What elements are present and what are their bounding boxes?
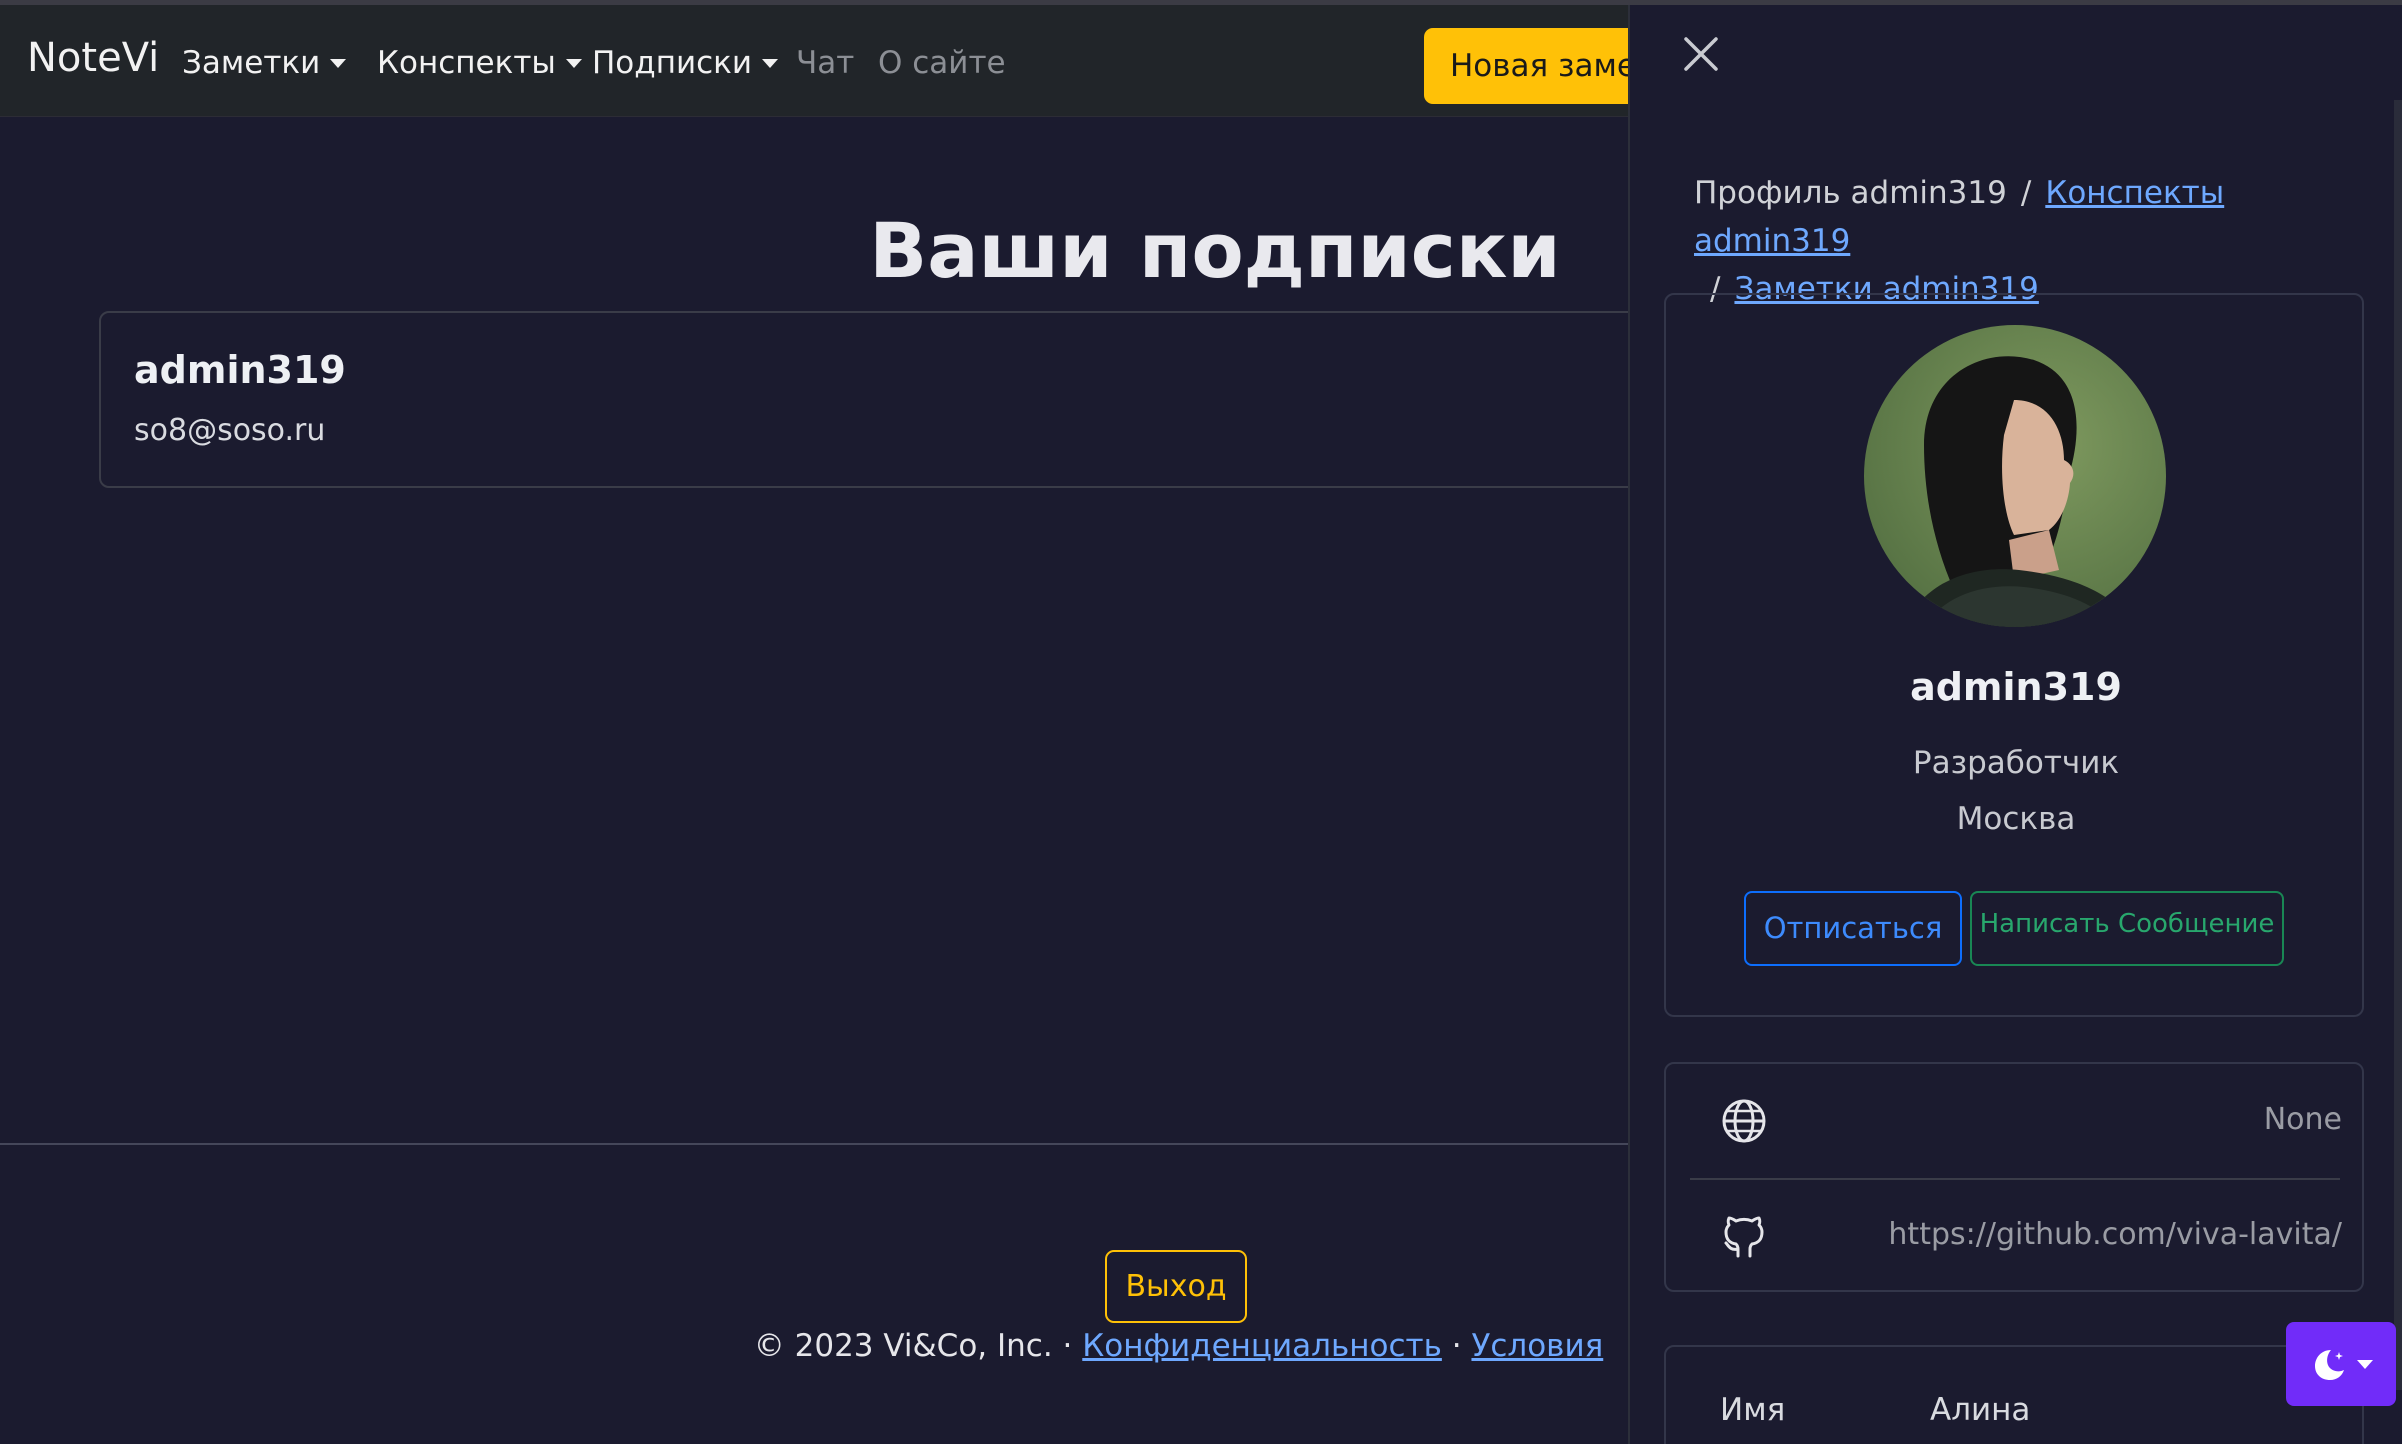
nav-chat[interactable]: Чат — [796, 45, 854, 81]
profile-card: admin319 Разработчик Москва Отписаться Н… — [1664, 293, 2364, 1017]
profile-links-card: None https://github.com/viva-lavita/ — [1664, 1062, 2364, 1292]
logout-button[interactable]: Выход — [1105, 1250, 1247, 1323]
nav-about[interactable]: О сайте — [878, 45, 1006, 81]
privacy-link[interactable]: Конфиденциальность — [1082, 1328, 1442, 1364]
caret-down-icon — [2357, 1359, 2373, 1369]
profile-info-card: Имя Алина — [1664, 1345, 2364, 1444]
profile-city: Москва — [1956, 801, 2076, 837]
profile-breadcrumb: Профиль admin319/Конспекты admin319 /Зам… — [1694, 169, 2374, 313]
page-title: Ваши подписки — [869, 206, 1561, 295]
copyright-text: © 2023 Vi&Co, Inc. · — [753, 1328, 1073, 1364]
footer-text: © 2023 Vi&Co, Inc. · Конфиденциальность … — [0, 1328, 1628, 1364]
breadcrumb-current: Профиль admin319 — [1694, 175, 2007, 211]
nav-conspects-dropdown[interactable]: Конспекты — [377, 45, 582, 81]
caret-down-icon — [565, 58, 582, 68]
nav-notes-label: Заметки — [182, 45, 321, 81]
profile-role: Разработчик — [1912, 745, 2120, 781]
subscription-email: so8@soso.ru — [134, 413, 326, 448]
scrollbar[interactable] — [2394, 100, 2402, 1390]
send-message-button[interactable]: Написать Сообщение — [1970, 891, 2284, 966]
name-value: Алина — [1930, 1392, 2031, 1428]
website-row: None — [1666, 1064, 2366, 1176]
nav-subscriptions-dropdown[interactable]: Подписки — [592, 45, 779, 81]
nav-notes-dropdown[interactable]: Заметки — [182, 45, 347, 81]
nav-conspects-label: Конспекты — [377, 45, 556, 81]
main-content: Ваши подписки admin319 so8@soso.ru Выход… — [0, 116, 1628, 1444]
website-value: None — [2263, 1102, 2342, 1137]
globe-icon — [1722, 1099, 1766, 1143]
theme-toggle-button[interactable] — [2286, 1322, 2396, 1406]
top-navbar: NoteVi Заметки Конспекты Подписки Чат О … — [0, 5, 1684, 117]
caret-down-icon — [762, 58, 779, 68]
name-label: Имя — [1720, 1392, 1786, 1428]
moon-stars-icon — [2315, 1350, 2344, 1380]
github-icon — [1724, 1216, 1764, 1258]
subscription-card[interactable]: admin319 so8@soso.ru — [99, 311, 1628, 488]
brand-logo[interactable]: NoteVi — [27, 35, 159, 81]
footer-divider — [0, 1143, 1628, 1145]
terms-link[interactable]: Условия — [1471, 1328, 1603, 1364]
close-icon[interactable] — [1678, 31, 1724, 77]
breadcrumb-separator: / — [2020, 175, 2032, 211]
avatar — [1864, 325, 2166, 627]
github-link[interactable]: https://github.com/viva-lavita/ — [1888, 1217, 2342, 1252]
footer-dot: · — [1451, 1328, 1462, 1364]
github-row: https://github.com/viva-lavita/ — [1666, 1179, 2366, 1291]
caret-down-icon — [330, 58, 347, 68]
subscription-username[interactable]: admin319 — [134, 348, 346, 392]
unsubscribe-button[interactable]: Отписаться — [1744, 891, 1962, 966]
profile-offcanvas: Профиль admin319/Конспекты admin319 /Зам… — [1628, 5, 2402, 1444]
profile-username: admin319 — [1910, 665, 2122, 709]
nav-subscriptions-label: Подписки — [592, 45, 753, 81]
